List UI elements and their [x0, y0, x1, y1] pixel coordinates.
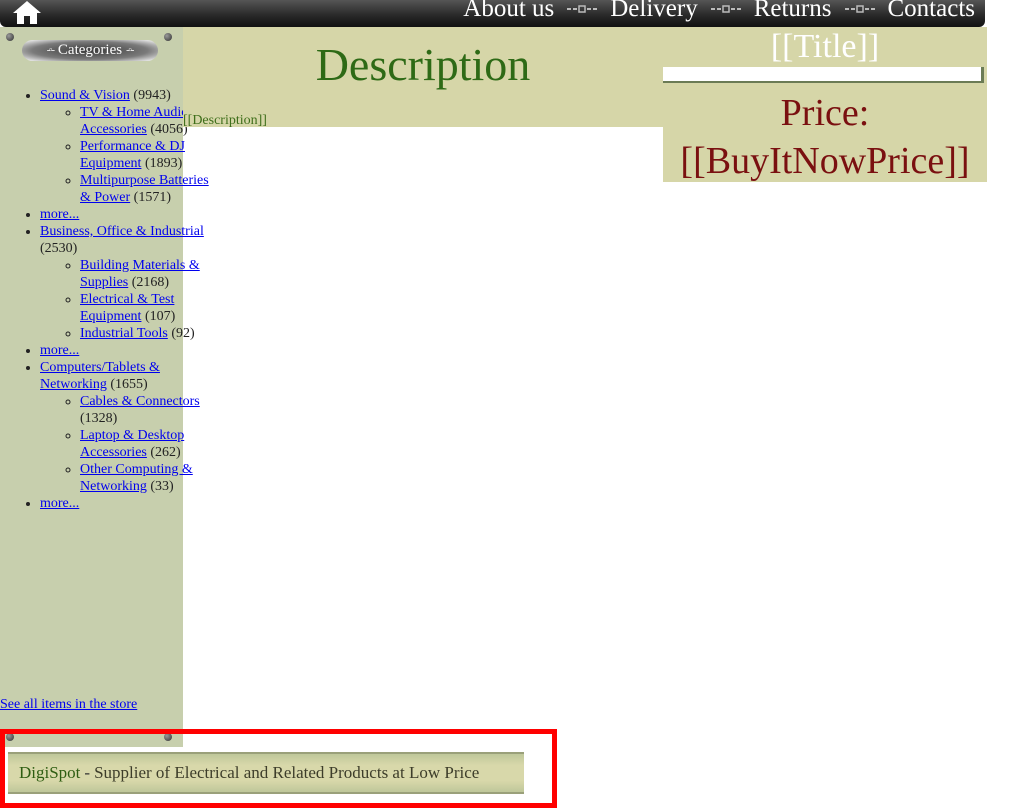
nav-delivery[interactable]: Delivery	[610, 0, 697, 24]
screw-icon	[6, 33, 14, 41]
categories-title: Categories	[57, 42, 123, 58]
category-item: more...	[40, 342, 223, 359]
price-label: Price:	[780, 92, 870, 134]
top-nav-bar: About us Delivery Returns Contacts	[0, 0, 985, 27]
subcategory-count: (1328)	[80, 411, 118, 426]
screw-icon	[164, 33, 172, 41]
subcategory-count: (1571)	[133, 190, 171, 205]
category-sidebar: -▫- Categories -▫- Sound & Vision (9943)…	[0, 27, 209, 747]
nav-separator-icon	[710, 4, 741, 14]
category-list: Sound & Vision (9943) TV & Home Audio Ac…	[0, 87, 223, 512]
subcategory-link[interactable]: Industrial Tools	[80, 326, 168, 341]
footer-separator: -	[84, 763, 91, 782]
more-link[interactable]: more...	[40, 343, 79, 358]
category-link-sound-vision[interactable]: Sound & Vision	[40, 88, 130, 103]
category-item: Computers/Tablets & Networking (1655) Ca…	[40, 359, 223, 495]
subcategory-item: Cables & Connectors (1328)	[80, 393, 223, 427]
subcategory-item: Electrical & Test Equipment (107)	[80, 291, 223, 325]
nav-returns[interactable]: Returns	[754, 0, 832, 24]
description-panel: Description [[Description]]	[183, 27, 663, 128]
category-count: (9943)	[133, 88, 171, 103]
subcategory-count: (262)	[150, 445, 181, 460]
category-count: (1655)	[110, 377, 148, 392]
categories-header: -▫- Categories -▫-	[22, 40, 158, 61]
item-panel: [[Title]] Price: [[BuyItNowPrice]]	[663, 27, 987, 182]
more-link[interactable]: more...	[40, 496, 79, 511]
footer-banner: DigiSpot - Supplier of Electrical and Re…	[8, 752, 524, 794]
price-value: [[BuyItNowPrice]]	[680, 140, 970, 182]
footer-tagline: Supplier of Electrical and Related Produ…	[94, 763, 480, 782]
subcategory-count: (2168)	[131, 275, 170, 290]
see-all-items-link[interactable]: See all items in the store	[0, 697, 137, 713]
subcategory-item: Laptop & Desktop Accessories (262)	[80, 427, 223, 461]
subcategory-count: (92)	[171, 326, 195, 341]
dash-ornament-icon: -▫-	[126, 45, 134, 56]
subcategory-item: Other Computing & Networking (33)	[80, 461, 223, 495]
dash-ornament-icon: -▫-	[46, 45, 55, 56]
subcategory-item: Industrial Tools (92)	[80, 325, 223, 342]
nav-about-us[interactable]: About us	[463, 0, 554, 24]
nav-separator-icon	[567, 4, 598, 14]
footer-brand: DigiSpot	[19, 763, 81, 782]
subcategory-link[interactable]: Cables & Connectors	[80, 394, 200, 409]
category-item: more...	[40, 206, 223, 223]
subcategory-item: Multipurpose Batteries & Power (1571)	[80, 172, 223, 206]
home-icon[interactable]	[10, 0, 44, 24]
category-link-business-office-industrial[interactable]: Business, Office & Industrial	[40, 224, 204, 239]
subcategory-item: Performance & DJ Equipment (1893)	[80, 138, 223, 172]
category-item: more...	[40, 495, 223, 512]
item-price: Price: [[BuyItNowPrice]]	[663, 89, 987, 185]
description-text: [[Description]]	[183, 113, 267, 128]
nav-menu: About us Delivery Returns Contacts	[463, 0, 975, 24]
title-divider	[663, 67, 984, 83]
nav-contacts[interactable]: Contacts	[888, 0, 976, 24]
description-heading: Description	[315, 39, 531, 90]
subcategory-item: Building Materials & Supplies (2168)	[80, 257, 223, 291]
subcategory-count: (107)	[144, 309, 176, 324]
category-count: (2530)	[40, 241, 78, 256]
subcategory-link[interactable]: Other Computing & Networking	[80, 462, 193, 494]
more-link[interactable]: more...	[40, 207, 79, 222]
category-item: Business, Office & Industrial (2530) Bui…	[40, 223, 223, 342]
nav-separator-icon	[844, 4, 875, 14]
subcategory-count: (1893)	[144, 156, 183, 171]
subcategory-count: (33)	[150, 479, 174, 494]
item-title: [[Title]]	[770, 28, 880, 65]
